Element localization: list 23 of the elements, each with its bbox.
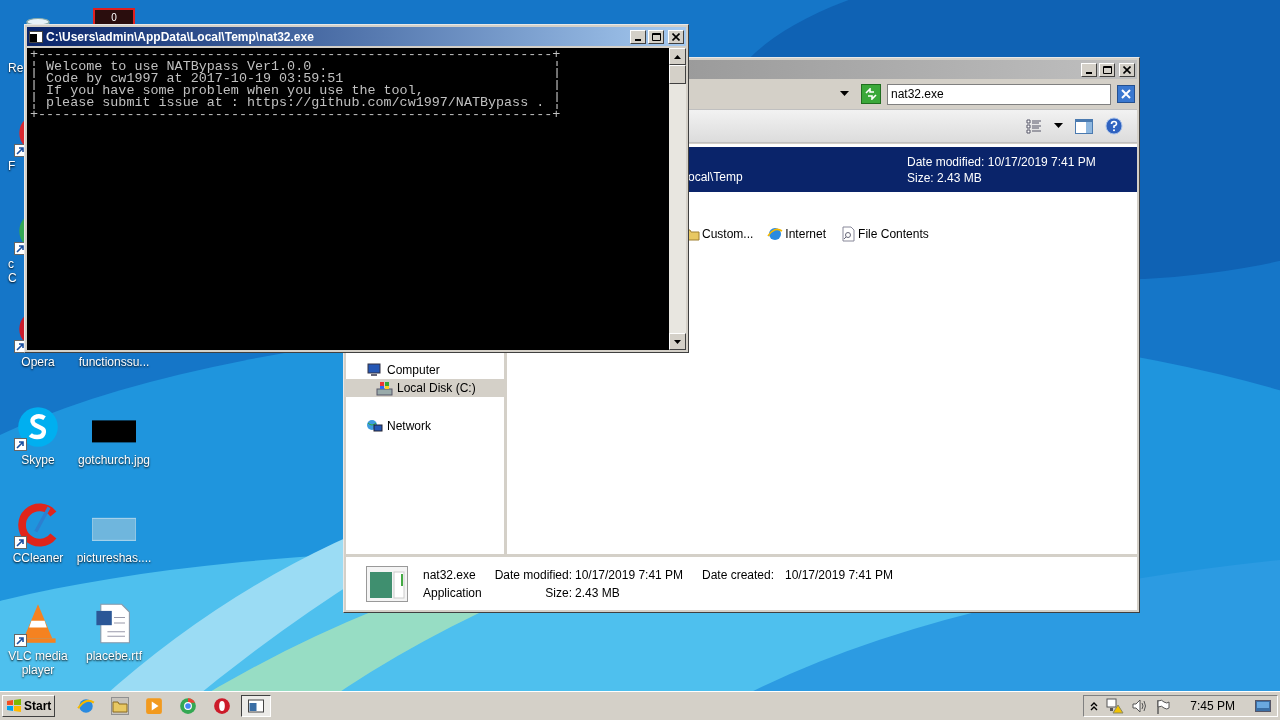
detail-value: 10/17/2019 7:41 PM — [785, 566, 894, 584]
console-border-line: +----------------------------------------------------------------+ — [30, 49, 561, 61]
console-border-line: ¦ — [30, 61, 39, 73]
detail-value: 10/17/2019 7:41 PM — [575, 566, 685, 584]
console-border-line: ¦ — [552, 73, 561, 85]
file-name: nat32.exe — [423, 566, 477, 584]
console-line: Welcome to use NATBypass Ver1.0.0 . — [45, 61, 328, 73]
detail-label: Date created: — [702, 566, 776, 584]
console-line: please submit issue at : https://github.com/cw1997/NATBypass . — [45, 97, 546, 109]
console-line: Code by cw1997 at 2017-10-19 03:59:51 — [45, 73, 345, 85]
console-border-line: ¦ — [30, 73, 39, 85]
detail-label: Size: — [544, 584, 572, 602]
file-type: Application — [423, 584, 483, 602]
console-border-line: ¦ — [552, 97, 561, 109]
console-border-line: ¦ — [552, 85, 561, 97]
console-border-line: ¦ — [30, 97, 39, 109]
detail-label: Date modified: — [493, 566, 572, 584]
console-line: If you have some problem when you use the tool, — [45, 85, 424, 97]
console-border-line: ¦ — [552, 61, 561, 73]
detail-value: 2.43 MB — [575, 584, 621, 602]
console-border-line: +----------------------------------------------------------------+ — [30, 109, 561, 121]
console-border-line: ¦ — [30, 85, 39, 97]
window-title: C:\Users\admin\AppData\Local\Temp\nat32.exe — [46, 28, 314, 46]
